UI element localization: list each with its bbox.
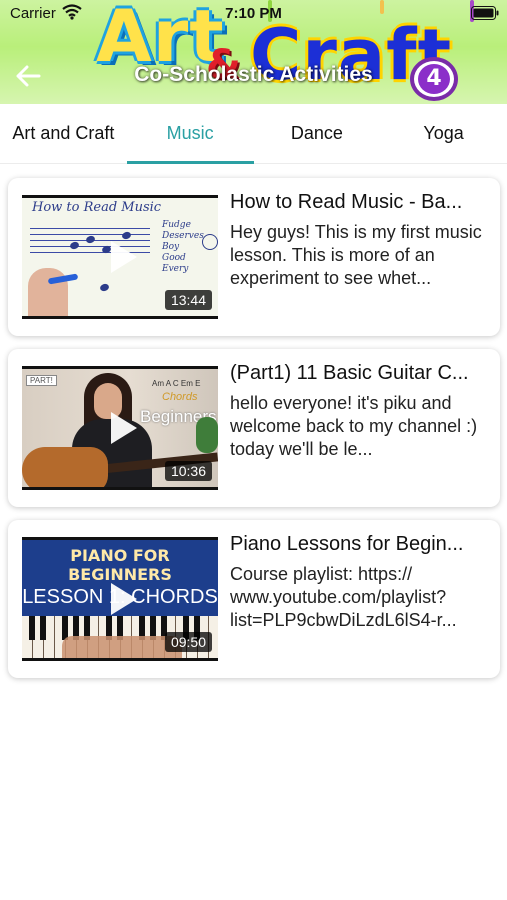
part-tag: PART! bbox=[26, 375, 57, 386]
category-tabs: Art and Craft Music Dance Yoga bbox=[0, 104, 507, 164]
video-thumbnail[interactable]: How to Read Music Fudge Deserves Boy Goo… bbox=[22, 195, 218, 319]
mnemonic-word: Boy bbox=[162, 242, 180, 252]
smiley-drawing bbox=[202, 234, 218, 250]
video-title[interactable]: (Part1) 11 Basic Guitar C... bbox=[230, 362, 492, 385]
video-card[interactable]: How to Read Music Fudge Deserves Boy Goo… bbox=[8, 178, 500, 336]
thumbnail-heading-line: BEGINNERS bbox=[68, 565, 172, 584]
status-bar: Carrier 7:10 PM bbox=[0, 0, 507, 28]
video-title[interactable]: Piano Lessons for Begin... bbox=[230, 533, 492, 556]
status-time: 7:10 PM bbox=[225, 5, 282, 22]
video-card[interactable]: PIANO FOR BEGINNERS LESSON 1: CHORDS 09:… bbox=[8, 520, 500, 678]
mnemonic-word: Fudge bbox=[162, 220, 191, 230]
tab-music[interactable]: Music bbox=[126, 104, 254, 164]
music-activities-screen: Art Craft & 4 Co-Scholastic Activities C… bbox=[0, 0, 507, 900]
chord-names: Am A C Em E bbox=[152, 379, 201, 388]
black-key bbox=[29, 616, 35, 640]
tab-art-and-craft[interactable]: Art and Craft bbox=[0, 104, 127, 163]
video-title[interactable]: How to Read Music - Ba... bbox=[230, 191, 492, 214]
mnemonic-word: Deserves bbox=[162, 231, 204, 241]
mnemonic-word: Good bbox=[162, 253, 186, 263]
video-duration: 09:50 bbox=[164, 632, 212, 652]
battery-icon bbox=[471, 6, 499, 20]
music-note bbox=[69, 240, 80, 251]
thumbnail-heading: PIANO FOR BEGINNERS bbox=[22, 546, 218, 584]
chords-label: Chords bbox=[162, 391, 198, 403]
thumbnail-heading: How to Read Music bbox=[32, 200, 162, 215]
play-icon[interactable] bbox=[111, 241, 137, 273]
music-note bbox=[121, 230, 132, 241]
video-thumbnail[interactable]: PIANO FOR BEGINNERS LESSON 1: CHORDS 09:… bbox=[22, 537, 218, 661]
black-key bbox=[40, 616, 46, 640]
tab-yoga[interactable]: Yoga bbox=[380, 104, 507, 163]
video-duration: 13:44 bbox=[164, 290, 212, 310]
mnemonic-words: Fudge Deserves Boy Good Every bbox=[162, 220, 204, 275]
video-description: Course playlist: https:// www.youtube.co… bbox=[230, 564, 457, 630]
thumbnail-heading-line: PIANO FOR bbox=[70, 546, 170, 565]
video-description: Hey guys! This is my first music lesson.… bbox=[230, 222, 482, 288]
video-card[interactable]: PART! Am A C Em E Chords Beginners 10:36… bbox=[8, 349, 500, 507]
play-icon[interactable] bbox=[111, 412, 137, 444]
video-duration: 10:36 bbox=[164, 461, 212, 481]
tab-dance[interactable]: Dance bbox=[254, 104, 381, 163]
mnemonic-word: Every bbox=[162, 264, 189, 274]
video-thumbnail[interactable]: PART! Am A C Em E Chords Beginners 10:36 bbox=[22, 366, 218, 490]
music-note bbox=[85, 234, 96, 245]
music-note bbox=[99, 282, 110, 293]
page-title: Co-Scholastic Activities bbox=[134, 63, 373, 86]
staff-line bbox=[30, 228, 150, 229]
video-description: hello everyone! it's piku and welcome ba… bbox=[230, 393, 478, 459]
guitar-image bbox=[22, 447, 108, 487]
play-icon[interactable] bbox=[111, 583, 137, 615]
plant-image bbox=[196, 417, 218, 453]
